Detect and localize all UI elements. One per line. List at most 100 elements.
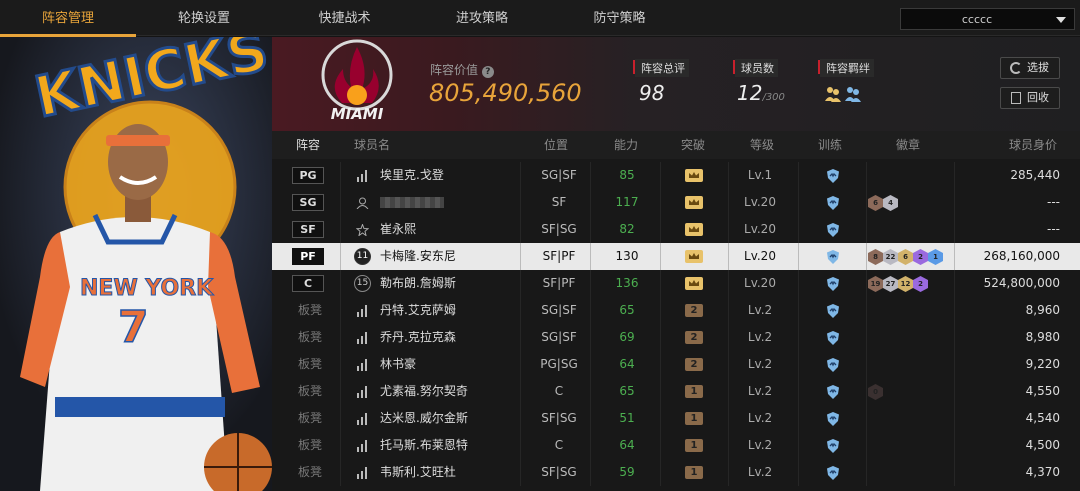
player-number-icon: 15 (354, 275, 371, 292)
redacted-name-block (380, 197, 444, 208)
table-row[interactable]: 板凳 乔丹.克拉克森 SG|SF 69 2 Lv.2 8,980 (272, 324, 1080, 351)
cell-divider (798, 405, 799, 432)
tab-label: 进攻策略 (455, 11, 508, 26)
table-row[interactable]: C 15 勒布朗.詹姆斯 SF|PF 136 Lv.20 19 27 12 2 524,800,00… (272, 270, 1080, 297)
col-header-level[interactable]: 等级 (750, 131, 774, 159)
badge-icon[interactable]: 8 (868, 249, 883, 265)
cell-divider (520, 162, 521, 189)
badge-icon[interactable]: 6 (868, 195, 883, 211)
col-header-ability[interactable]: 能力 (614, 131, 638, 159)
player-ability: 65 (619, 303, 635, 317)
stats-bars-icon (357, 170, 367, 182)
training-shield-icon[interactable] (825, 249, 841, 265)
training-shield-icon[interactable] (825, 357, 841, 373)
cell-divider (520, 378, 521, 405)
player-name[interactable]: 勒布朗.詹姆斯 (380, 270, 456, 297)
training-shield-icon[interactable] (825, 168, 841, 184)
tab-offense-strategy[interactable]: 进攻策略 (417, 0, 547, 36)
player-number-icon: 11 (354, 248, 371, 265)
cell-divider (340, 378, 341, 405)
stats-bars-icon (357, 386, 367, 398)
cell-divider (520, 405, 521, 432)
training-shield-icon[interactable] (825, 195, 841, 211)
cell-divider (866, 324, 867, 351)
player-name[interactable]: 埃里克.戈登 (380, 162, 444, 189)
cell-divider (728, 324, 729, 351)
player-name[interactable]: 崔永熙 (380, 216, 416, 243)
training-shield-icon[interactable] (825, 465, 841, 481)
tab-rotation-settings[interactable]: 轮换设置 (136, 0, 272, 36)
player-name[interactable]: 林书豪 (380, 351, 416, 378)
stats-bars-icon (357, 467, 367, 479)
player-value: 268,160,000 (983, 249, 1060, 263)
player-name[interactable]: 托马斯.布莱恩特 (380, 432, 468, 459)
player-name[interactable]: 尤素福.努尔契奇 (380, 378, 468, 405)
table-row[interactable]: 板凳 尤素福.努尔契奇 C 65 1 Lv.2 0 4,550 (272, 378, 1080, 405)
cell-divider (520, 459, 521, 486)
cell-divider (728, 432, 729, 459)
table-row[interactable]: 板凳 达米恩.威尔金斯 SF|SG 51 1 Lv.2 4,540 (272, 405, 1080, 432)
col-header-training[interactable]: 训练 (818, 131, 842, 159)
table-row[interactable]: PF 11 卡梅隆.安东尼 SF|PF 130 Lv.20 8 22 6 2 1 268,160,00… (272, 243, 1080, 270)
training-shield-icon[interactable] (825, 276, 841, 292)
cell-divider (954, 243, 955, 270)
badge-icon[interactable]: 4 (883, 195, 898, 211)
badge-icon[interactable]: 2 (913, 249, 928, 265)
tab-defense-strategy[interactable]: 防守策略 (547, 0, 692, 36)
badge-icon[interactable]: 1 (928, 249, 943, 265)
table-row[interactable]: PG 埃里克.戈登 SG|SF 85 Lv.1 285,440 (272, 162, 1080, 189)
cell-divider (520, 351, 521, 378)
player-name[interactable]: 乔丹.克拉克森 (380, 324, 456, 351)
player-name[interactable]: 达米恩.威尔金斯 (380, 405, 468, 432)
bond-icons[interactable] (824, 85, 866, 103)
badge-icon[interactable]: 27 (883, 276, 898, 292)
badge-icon[interactable]: 12 (898, 276, 913, 292)
table-row[interactable]: 板凳 托马斯.布莱恩特 C 64 1 Lv.2 4,500 (272, 432, 1080, 459)
recycle-button-label: 回收 (1027, 91, 1049, 104)
training-shield-icon[interactable] (825, 438, 841, 454)
cell-divider (954, 216, 955, 243)
team-dropdown[interactable]: ccccc (900, 8, 1075, 30)
roster-table: 阵容 球员名 位置 能力 突破 等级 训练 徽章 球员身价 PG 埃里克.戈登 SG… (272, 131, 1080, 491)
training-shield-icon[interactable] (825, 330, 841, 346)
player-name[interactable]: 卡梅隆.安东尼 (380, 243, 456, 270)
badge-icon[interactable]: 19 (868, 276, 883, 292)
scout-button-label: 选拔 (1027, 61, 1049, 74)
col-header-position[interactable]: 位置 (544, 131, 568, 159)
training-shield-icon[interactable] (825, 222, 841, 238)
breakthrough-level-icon: 2 (685, 304, 703, 317)
cell-divider (520, 324, 521, 351)
player-ability: 65 (619, 384, 635, 398)
player-count: 12/300 (737, 81, 785, 105)
player-count-value: 12 (737, 81, 763, 105)
table-row[interactable]: 板凳 韦斯利.艾旺杜 SF|SG 59 1 Lv.2 4,370 (272, 459, 1080, 486)
cell-divider (954, 297, 955, 324)
cell-divider (954, 405, 955, 432)
cell-divider (866, 351, 867, 378)
scout-button[interactable]: 选拔 (1000, 57, 1060, 79)
badge-icon[interactable]: 6 (898, 249, 913, 265)
player-position: C (554, 438, 564, 452)
training-shield-icon[interactable] (825, 384, 841, 400)
tab-quick-tactics[interactable]: 快捷战术 (272, 0, 417, 36)
tab-lineup-management[interactable]: 阵容管理 (0, 0, 136, 37)
cell-divider (728, 459, 729, 486)
help-icon[interactable]: ? (481, 66, 494, 78)
recycle-button[interactable]: 回收 (1000, 87, 1060, 109)
cell-divider (520, 216, 521, 243)
badge-icon[interactable]: 0 (868, 384, 883, 400)
col-header-value[interactable]: 球员身价 (1009, 131, 1057, 159)
player-name[interactable]: 韦斯利.艾旺杜 (380, 459, 456, 486)
player-name[interactable]: 丹特.艾克萨姆 (380, 297, 456, 324)
player-count-label: 球员数 (735, 59, 778, 77)
badge-icon[interactable]: 22 (883, 249, 898, 265)
table-row[interactable]: SF 崔永熙 SF|SG 82 Lv.20 --- (272, 216, 1080, 243)
cell-divider (954, 432, 955, 459)
table-row[interactable]: SG SF 117 Lv.20 6 4 --- (272, 189, 1080, 216)
training-shield-icon[interactable] (825, 411, 841, 427)
col-header-breakthrough[interactable]: 突破 (681, 131, 705, 159)
table-row[interactable]: 板凳 林书豪 PG|SG 64 2 Lv.2 9,220 (272, 351, 1080, 378)
table-row[interactable]: 板凳 丹特.艾克萨姆 SG|SF 65 2 Lv.2 8,960 (272, 297, 1080, 324)
training-shield-icon[interactable] (825, 303, 841, 319)
badge-icon[interactable]: 2 (913, 276, 928, 292)
